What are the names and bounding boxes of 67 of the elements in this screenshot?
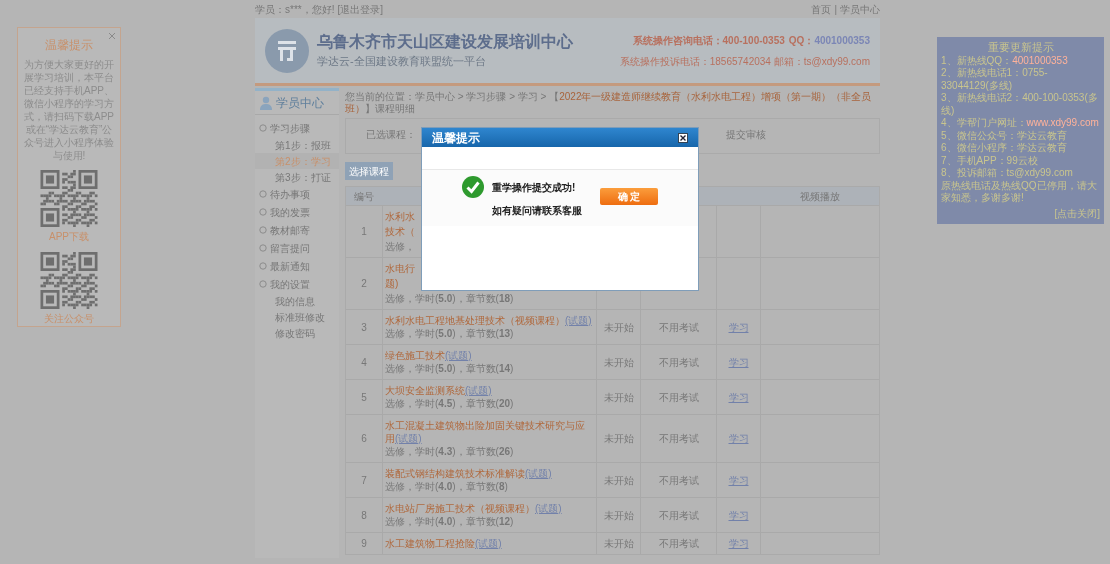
close-icon	[680, 134, 686, 141]
course-title[interactable]: 绿色施工技术(试题)	[385, 349, 514, 362]
course-title[interactable]: 大坝安全监测系统(试题)	[385, 384, 514, 397]
course-title[interactable]: 装配式钢结构建筑技术标准解读(试题)	[385, 467, 552, 480]
table-cell: 8	[361, 508, 367, 522]
table-cell: 4	[361, 355, 367, 369]
sidebar-title: 学员中心	[276, 94, 324, 112]
confirm-button[interactable]: 确 定	[600, 188, 658, 205]
notice-item: 3、新热线电话2：400-100-0353(多线)	[941, 92, 1099, 117]
dialog-message: 重学操作提交成功!	[492, 181, 577, 195]
notice-text: 原热线电话及热线QQ已停用，请大家知悉，多谢多谢!	[941, 179, 1098, 205]
site-title: 乌鲁木齐市天山区建设发展培训中心	[317, 32, 573, 53]
quiz-link[interactable]: (试题)	[525, 468, 552, 479]
sidebar-subitem[interactable]: 第2步：学习	[255, 153, 339, 169]
success-check-icon	[462, 176, 484, 198]
circle-icon	[259, 124, 267, 132]
course-title[interactable]: 水利水	[385, 210, 415, 223]
table-cell: 2	[361, 277, 367, 290]
table-cell: 7	[361, 473, 367, 487]
quiz-link[interactable]: (试题)	[475, 538, 502, 549]
notice-title: 重要更新提示	[986, 41, 1055, 54]
quiz-link[interactable]: (试题)	[565, 315, 592, 326]
logo-icon	[265, 28, 309, 73]
circle-icon	[259, 190, 267, 198]
course-title[interactable]: 技术（	[385, 225, 415, 238]
notice-item: 2、新热线电话1：0755-33044129(多线)	[941, 67, 1049, 92]
quiz-link[interactable]: (试题)	[465, 385, 492, 396]
notice-item: 8、投诉邮箱：ts@xdy99.com	[941, 167, 1074, 180]
course-title[interactable]: 水工建筑物工程抢险(试题)	[385, 537, 502, 550]
contact-text: 系统操作投诉电话：18565742034 邮箱：ts@xdy99.com	[619, 54, 870, 69]
person-icon	[259, 95, 273, 110]
notice-item: 7、手机APP：99云校	[941, 154, 1039, 167]
close-link[interactable]: [点击关闭]	[1054, 207, 1100, 220]
circle-icon	[259, 280, 267, 288]
table-cell: 3	[361, 320, 367, 334]
table-cell: 6	[361, 432, 367, 445]
circle-icon	[259, 244, 267, 252]
close-button[interactable]	[678, 132, 688, 143]
qr-code-icon	[38, 170, 100, 227]
table-cell: 1	[361, 225, 367, 238]
sidebar-item[interactable]: 待办事项	[255, 185, 339, 203]
circle-icon	[259, 226, 267, 234]
separator-text: |	[834, 2, 837, 17]
notice-item: 5、微信公众号：学达云教育	[941, 129, 1068, 142]
sidebar-item[interactable]: 留言提问	[255, 239, 339, 257]
notice-item: 6、微信小程序：学达云教育	[941, 142, 1068, 155]
qr-caption: APP下载	[49, 230, 89, 244]
quiz-link[interactable]: (试题)	[445, 350, 472, 361]
quiz-link[interactable]: (试题)	[395, 433, 422, 444]
quiz-link[interactable]: (试题)	[535, 503, 562, 514]
circle-icon	[259, 262, 267, 270]
dialog-title: 温馨提示	[432, 129, 480, 147]
circle-icon	[259, 208, 267, 216]
sidebar-subitem[interactable]: 标准班修改	[255, 309, 339, 325]
select-course-button[interactable]: 选择课程	[345, 162, 393, 180]
qr-code-icon	[38, 252, 100, 309]
course-title[interactable]: 水电站厂房施工技术（视频课程）(试题)	[385, 502, 562, 515]
notice-item: 1、新热线QQ：4001000353	[941, 54, 1069, 67]
course-title[interactable]: 水工混凝土建筑物出险加固关键技术研究与应用(试题)	[385, 419, 594, 445]
qr-caption: 关注公众号	[44, 312, 94, 326]
contact-text: 系统操作咨询电话：400-100-0353 QQ：4001000353	[632, 33, 870, 48]
sidebar-subitem[interactable]: 修改密码	[255, 325, 339, 341]
table-cell: 5	[361, 390, 367, 404]
dialog-hint: 如有疑问请联系客服	[492, 204, 582, 218]
close-icon	[108, 32, 116, 40]
notice-title: 温馨提示	[45, 37, 93, 54]
course-title[interactable]: 水利水电工程地基处理技术（视频课程）(试题)	[385, 314, 592, 327]
